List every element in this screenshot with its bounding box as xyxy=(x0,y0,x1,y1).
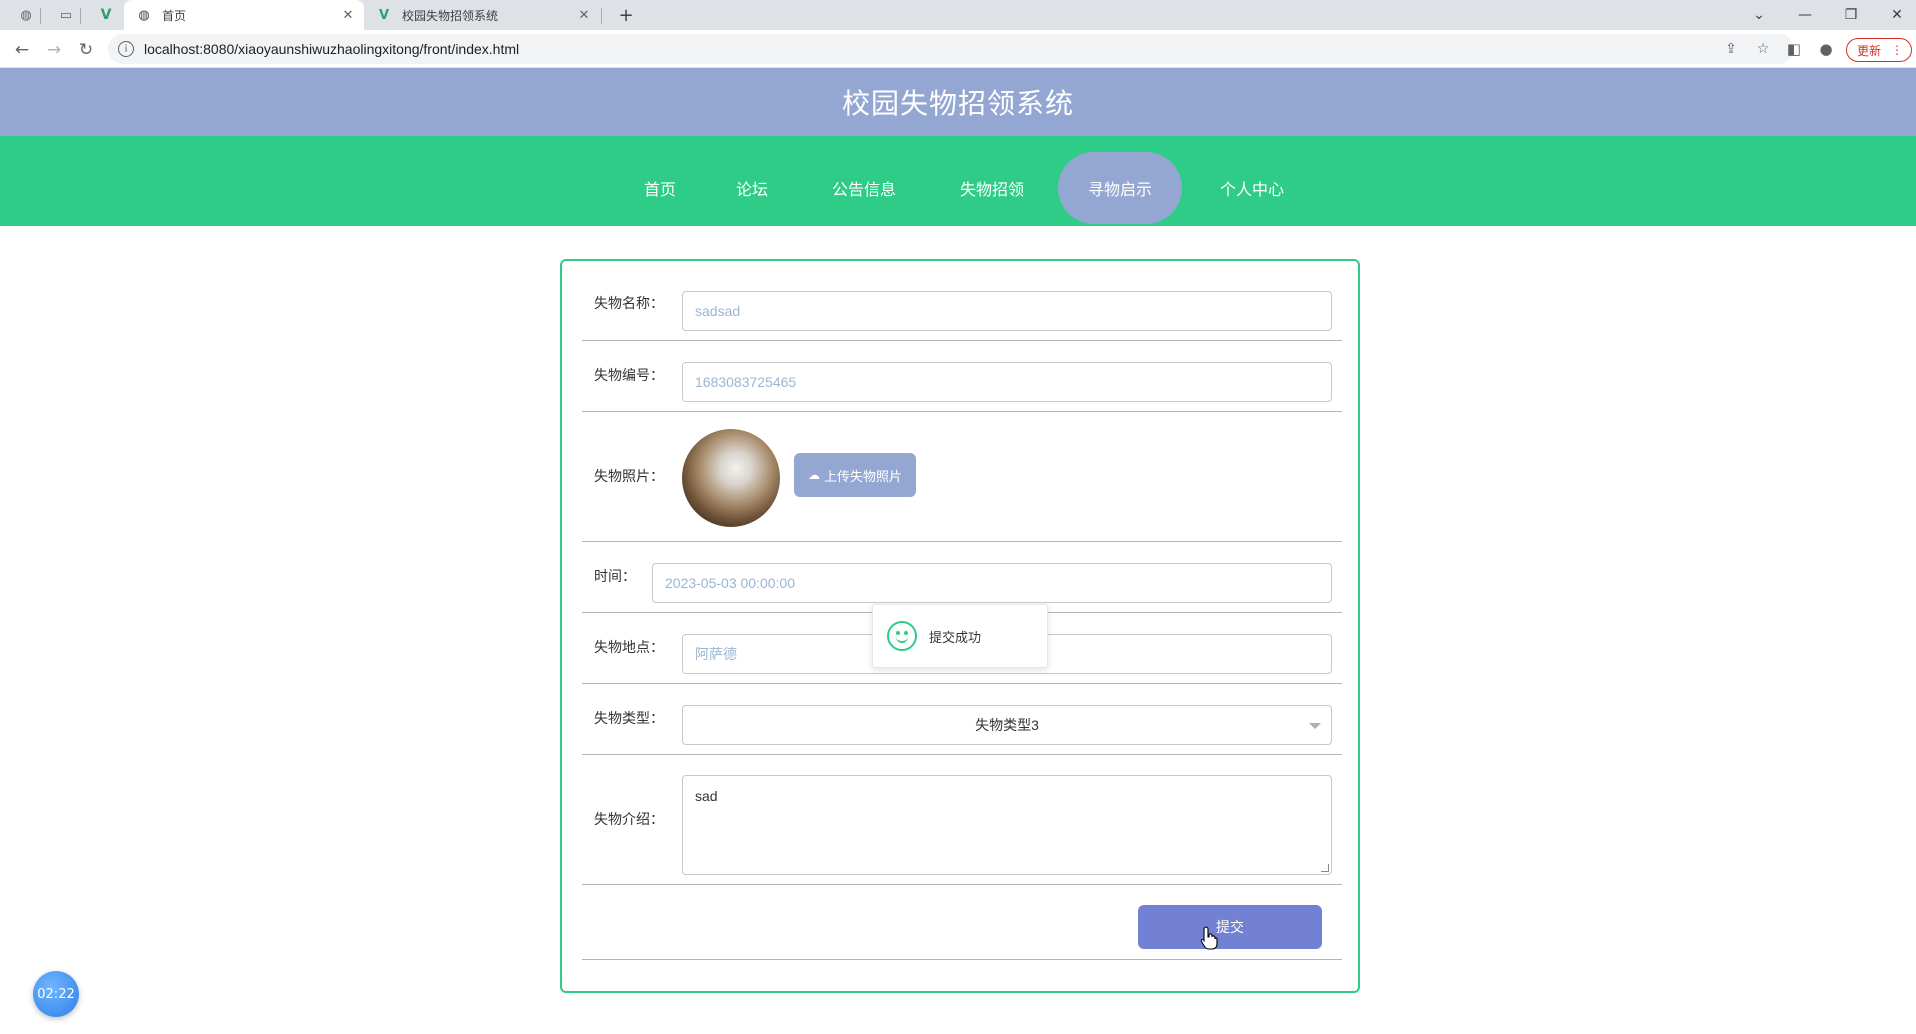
resize-handle-icon[interactable] xyxy=(1321,864,1329,872)
item-number-value: 1683083725465 xyxy=(695,374,797,390)
vue-logo-icon: V xyxy=(378,7,390,23)
update-label: 更新 xyxy=(1857,43,1882,58)
description-textarea[interactable]: sad xyxy=(682,775,1332,875)
nav-item-personal-center[interactable]: 个人中心 xyxy=(1200,152,1304,224)
window-close-icon[interactable]: ✕ xyxy=(1874,0,1916,30)
nav-item-lost-notice[interactable]: 寻物启示 xyxy=(1058,152,1182,224)
tab-separator xyxy=(80,8,81,24)
profile-avatar-icon[interactable]: ● xyxy=(1816,39,1836,59)
update-button[interactable]: 更新 ⋮ xyxy=(1846,38,1912,62)
tab-separator xyxy=(40,8,41,24)
restore-icon[interactable]: ❐ xyxy=(1828,0,1874,30)
form-row-number: 失物编号： 1683083725465 xyxy=(582,341,1342,412)
chevron-down-icon xyxy=(1309,723,1321,729)
tab-separator xyxy=(601,8,602,24)
site-info-icon[interactable]: i xyxy=(118,41,134,57)
forward-icon[interactable]: → xyxy=(42,38,66,62)
close-icon[interactable]: ✕ xyxy=(576,7,592,23)
blank-page-icon[interactable]: ▭ xyxy=(58,7,74,23)
timer-badge[interactable]: 02:22 xyxy=(33,971,79,1017)
tab-title: 校园失物招领系统 xyxy=(402,8,499,23)
item-photo-thumbnail[interactable] xyxy=(682,429,780,527)
form-row-description: 失物介绍： sad xyxy=(582,755,1342,885)
smile-icon xyxy=(887,621,917,651)
url-text[interactable]: localhost:8080/xiaoyaunshiwuzhaolingxito… xyxy=(144,41,519,57)
cloud-upload-icon: ☁ xyxy=(807,468,820,482)
item-name-input[interactable]: sadsad xyxy=(682,291,1332,331)
hand-cursor-icon xyxy=(1200,926,1218,950)
browser-toolbar: ← → ↻ i localhost:8080/xiaoyaunshiwuzhao… xyxy=(0,30,1916,68)
new-tab-icon[interactable]: + xyxy=(618,5,634,26)
site-title: 校园失物招领系统 xyxy=(841,87,1074,120)
tab-home[interactable]: ◍ 首页 ✕ xyxy=(124,0,364,30)
globe-icon: ◍ xyxy=(138,7,150,23)
time-label: 时间： xyxy=(594,569,636,585)
item-number-input[interactable]: 1683083725465 xyxy=(682,362,1332,402)
nav-item-lost-and-found[interactable]: 失物招领 xyxy=(942,152,1042,224)
minimize-icon[interactable]: — xyxy=(1782,0,1828,30)
tab-search-icon[interactable]: ⌄ xyxy=(1736,0,1782,30)
location-value: 阿萨德 xyxy=(695,646,737,662)
vue-logo-icon[interactable]: V xyxy=(98,7,114,23)
form-row-submit: 提交 xyxy=(582,885,1342,960)
form-row-type: 失物类型： 失物类型3 xyxy=(582,684,1342,755)
form-row-name: 失物名称： sadsad xyxy=(582,261,1342,341)
success-toast: 提交成功 xyxy=(872,604,1048,668)
back-icon[interactable]: ← xyxy=(10,38,34,62)
nav-item-announcements[interactable]: 公告信息 xyxy=(814,152,914,224)
address-bar[interactable]: i localhost:8080/xiaoyaunshiwuzhaolingxi… xyxy=(108,34,1794,64)
item-type-selected: 失物类型3 xyxy=(975,717,1039,733)
description-value: sad xyxy=(695,788,718,804)
side-panel-icon[interactable]: ◧ xyxy=(1784,39,1804,59)
bookmark-star-icon[interactable]: ☆ xyxy=(1754,40,1772,58)
share-icon[interactable]: ⇪ xyxy=(1722,40,1740,58)
form-row-photo: 失物照片： ☁ 上传失物照片 xyxy=(582,412,1342,542)
time-input[interactable]: 2023-05-03 00:00:00 xyxy=(652,563,1332,603)
globe-icon[interactable]: ◍ xyxy=(18,7,34,23)
location-label: 失物地点： xyxy=(594,640,664,656)
submit-button[interactable]: 提交 xyxy=(1138,905,1322,949)
item-type-label: 失物类型： xyxy=(594,711,664,727)
time-value: 2023-05-03 00:00:00 xyxy=(665,575,795,591)
browser-tab-bar: ◍ ▭ V ◍ 首页 ✕ V 校园失物招领系统 ✕ + ⌄ — ❐ ✕ xyxy=(0,0,1916,30)
upload-photo-label: 上传失物照片 xyxy=(823,469,902,485)
item-name-value: sadsad xyxy=(695,303,741,319)
description-label: 失物介绍： xyxy=(594,812,664,828)
item-name-label: 失物名称： xyxy=(594,296,664,312)
item-photo-label: 失物照片： xyxy=(594,469,664,485)
item-number-label: 失物编号： xyxy=(594,368,664,384)
main-nav: 首页 论坛 公告信息 失物招领 寻物启示 个人中心 xyxy=(0,136,1916,226)
more-menu-icon: ⋮ xyxy=(1891,43,1903,57)
reload-icon[interactable]: ↻ xyxy=(74,38,98,62)
close-icon[interactable]: ✕ xyxy=(340,7,356,23)
upload-photo-button[interactable]: ☁ 上传失物照片 xyxy=(794,453,916,497)
site-header: 校园失物招领系统 xyxy=(0,68,1916,136)
item-type-select[interactable]: 失物类型3 xyxy=(682,705,1332,745)
form-row-time: 时间： 2023-05-03 00:00:00 xyxy=(582,542,1342,613)
toast-message: 提交成功 xyxy=(929,630,982,646)
nav-item-home[interactable]: 首页 xyxy=(620,152,700,224)
tab-title: 首页 xyxy=(162,8,187,23)
nav-item-forum[interactable]: 论坛 xyxy=(714,152,790,224)
tab-lost-found[interactable]: V 校园失物招领系统 ✕ xyxy=(364,0,600,30)
